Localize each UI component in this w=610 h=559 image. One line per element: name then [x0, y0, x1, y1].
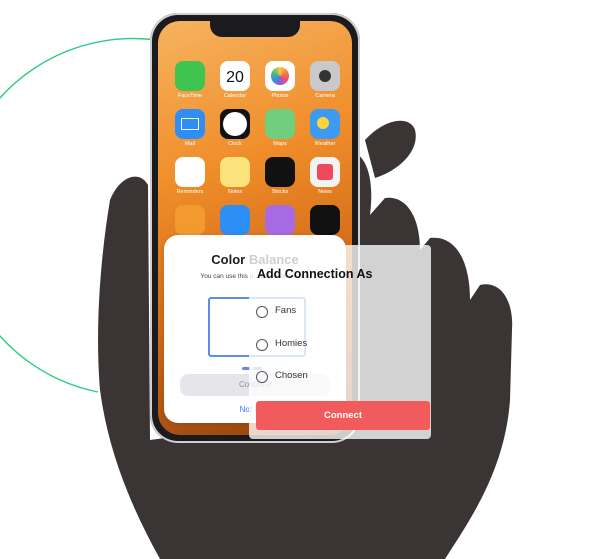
app-label: FaceTime [177, 93, 203, 99]
tv-icon[interactable] [310, 205, 340, 235]
clock-icon[interactable] [220, 109, 250, 139]
podcasts-icon[interactable] [265, 205, 295, 235]
app-label: Weather [314, 141, 336, 147]
add-connection-title: Add Connection As [257, 267, 373, 281]
stocks-icon[interactable] [265, 157, 295, 187]
photos-icon[interactable] [265, 61, 295, 91]
app-label: News [318, 189, 332, 195]
camera-icon[interactable] [310, 61, 340, 91]
radio-icon[interactable] [256, 371, 268, 383]
app-label: Reminders [176, 189, 204, 195]
news-icon[interactable] [310, 157, 340, 187]
reminders-icon[interactable] [175, 157, 205, 187]
calendar-day: 20 [226, 69, 244, 86]
radio-icon[interactable] [256, 339, 268, 351]
phone-notch [210, 21, 300, 37]
facetime-icon[interactable] [175, 61, 205, 91]
maps-icon[interactable] [265, 109, 295, 139]
calendar-icon[interactable]: 20 [220, 61, 250, 91]
option-label: Fans [275, 305, 297, 316]
option-label: Chosen [275, 370, 308, 381]
app-label: Clock [228, 141, 242, 147]
app-label: Mail [184, 141, 196, 147]
app-label: Photos [271, 93, 289, 99]
app-label: Maps [273, 141, 287, 147]
radio-icon[interactable] [256, 306, 268, 318]
option-label: Homies [275, 338, 308, 349]
notes-icon[interactable] [220, 157, 250, 187]
app-label: Notes [227, 189, 243, 195]
app-label: Calendar [223, 93, 247, 99]
weather-icon[interactable] [310, 109, 340, 139]
mail-icon[interactable] [175, 109, 205, 139]
app-label: Camera [315, 93, 335, 99]
connect-button[interactable]: Connect [256, 401, 430, 430]
app-store-icon[interactable] [220, 205, 250, 235]
app-label: Stocks [271, 189, 289, 195]
books-icon[interactable] [175, 205, 205, 235]
